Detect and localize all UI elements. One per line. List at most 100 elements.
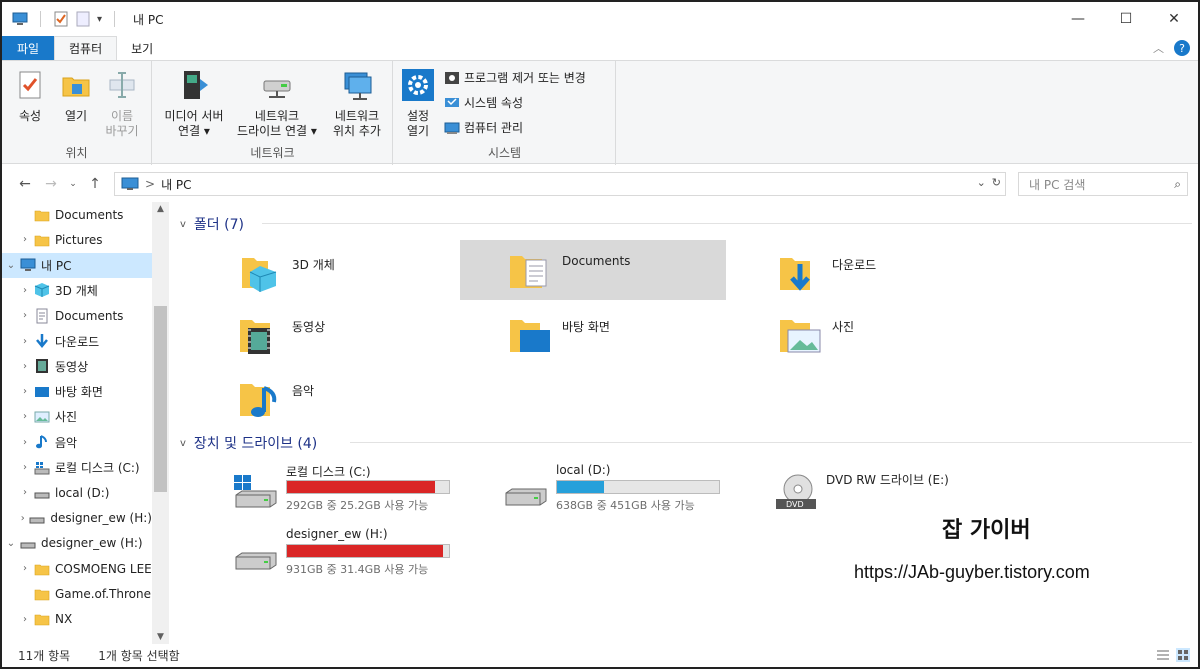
nav-item[interactable]: › 로컬 디스크 (C:): [2, 455, 152, 480]
breadcrumb[interactable]: 내 PC: [161, 176, 191, 193]
nav-item[interactable]: › 바탕 화면: [2, 379, 152, 404]
folder-item[interactable]: 음악: [232, 368, 498, 428]
nav-item[interactable]: › COSMOENG LEE: [2, 556, 152, 581]
back-button[interactable]: ←: [12, 176, 38, 192]
chevron-right-icon[interactable]: ›: [16, 614, 34, 625]
nav-item[interactable]: ⌄ 내 PC: [2, 252, 152, 278]
chevron-right-icon[interactable]: ›: [16, 386, 34, 397]
system-properties-label: 시스템 속성: [464, 96, 524, 110]
nav-item[interactable]: › 3D 개체: [2, 278, 152, 303]
media-server-button[interactable]: 미디어 서버 연결 ▾: [157, 69, 231, 139]
map-drive-button[interactable]: 네트워크 드라이브 연결 ▾: [231, 69, 323, 139]
nav-item[interactable]: › local (D:): [2, 480, 152, 505]
nav-item[interactable]: › 음악: [2, 430, 152, 455]
drive-item[interactable]: designer_ew (H:) 931GB 중 31.4GB 사용 가능: [232, 527, 482, 583]
pictures-icon: [34, 409, 50, 425]
address-bar[interactable]: > 내 PC ⌄ ↻: [114, 172, 1006, 196]
tab-computer[interactable]: 컴퓨터: [54, 36, 118, 60]
computer-icon: [20, 257, 36, 273]
group-label-location: 위치: [65, 146, 88, 160]
chevron-right-icon[interactable]: ›: [16, 361, 34, 372]
close-button[interactable]: ✕: [1150, 2, 1198, 36]
add-network-location-button[interactable]: 네트워크 위치 추가: [325, 69, 389, 139]
chevron-down-icon[interactable]: ⌄: [2, 260, 20, 271]
chevron-right-icon[interactable]: ›: [16, 462, 34, 473]
nav-scrollbar[interactable]: ▲ ▼: [152, 202, 169, 644]
drive-item[interactable]: DVD DVD RW 드라이브 (E:): [772, 463, 1022, 519]
nav-item[interactable]: › designer_ew (H:): [2, 506, 152, 531]
search-icon[interactable]: ⌕: [1174, 177, 1181, 192]
rename-button[interactable]: 이름 바꾸기: [100, 69, 144, 139]
chevron-right-icon[interactable]: ›: [16, 437, 34, 448]
nav-item[interactable]: › Documents: [2, 303, 152, 328]
chevron-right-icon[interactable]: ›: [16, 563, 34, 574]
nav-item[interactable]: › 사진: [2, 404, 152, 429]
collapse-ribbon-icon[interactable]: ︿: [1153, 40, 1164, 56]
drives-section-header[interactable]: v 장치 및 드라이브 (4): [180, 433, 317, 453]
scroll-thumb[interactable]: [154, 306, 167, 492]
nav-item[interactable]: Game.of.Throne: [2, 582, 152, 607]
chevron-right-icon[interactable]: ›: [16, 285, 34, 296]
scroll-down-icon[interactable]: ▼: [152, 632, 169, 642]
new-folder-icon[interactable]: [75, 11, 91, 27]
nav-item[interactable]: › 다운로드: [2, 329, 152, 354]
open-button[interactable]: 열기: [56, 69, 96, 124]
scroll-up-icon[interactable]: ▲: [152, 204, 169, 214]
system-properties-button[interactable]: 시스템 속성: [444, 94, 523, 111]
refresh-icon[interactable]: ↻: [992, 176, 1001, 189]
chevron-right-icon[interactable]: ›: [16, 310, 34, 321]
nav-item[interactable]: ⌄ designer_ew (H:): [2, 531, 152, 556]
open-label: 열기: [64, 109, 88, 123]
windows-drive-icon: [232, 473, 280, 513]
folder-item[interactable]: Documents: [460, 240, 726, 300]
drive-item[interactable]: 로컬 디스크 (C:) 292GB 중 25.2GB 사용 가능: [232, 463, 482, 519]
desktop-icon: [34, 384, 50, 400]
folder-item[interactable]: 동영상: [232, 304, 498, 364]
chevron-right-icon[interactable]: ›: [16, 411, 34, 422]
open-settings-button[interactable]: 설정 열기: [400, 69, 436, 139]
ribbon-group-system: 설정 열기 프로그램 제거 또는 변경 시스템 속성 컴퓨터 관리 시스템: [394, 61, 616, 165]
forward-button[interactable]: →: [38, 176, 64, 192]
chevron-right-icon[interactable]: ›: [16, 487, 34, 498]
desktop-folder-icon: [506, 310, 554, 358]
chevron-right-icon[interactable]: ›: [16, 513, 29, 524]
recent-locations-button[interactable]: ⌄: [64, 179, 82, 189]
tab-file[interactable]: 파일: [2, 36, 54, 60]
chevron-right-icon[interactable]: ›: [16, 234, 34, 245]
rename-label-1: 이름: [110, 109, 134, 123]
search-input[interactable]: 내 PC 검색 ⌕: [1018, 172, 1188, 196]
folder-item[interactable]: 바탕 화면: [502, 304, 768, 364]
folder-item[interactable]: 사진: [772, 304, 1038, 364]
group-label-system: 시스템: [487, 146, 522, 160]
folder-item[interactable]: 3D 개체: [232, 242, 498, 302]
properties-icon[interactable]: [53, 11, 69, 27]
section-divider: [350, 442, 1192, 443]
computer-management-button[interactable]: 컴퓨터 관리: [444, 119, 523, 136]
customize-qat-icon[interactable]: ▾: [97, 14, 102, 25]
address-row: ← → ⌄ ↑ > 내 PC ⌄ ↻ 내 PC 검색 ⌕: [2, 170, 1198, 198]
nav-item[interactable]: › Pictures: [2, 227, 152, 252]
minimize-button[interactable]: —: [1054, 2, 1102, 36]
large-icons-view-icon[interactable]: [1176, 648, 1190, 662]
up-button[interactable]: ↑: [82, 176, 108, 192]
section-divider: [262, 223, 1192, 224]
nav-item[interactable]: Documents: [2, 202, 152, 227]
documents-folder-icon: [506, 246, 554, 294]
nav-item-label: designer_ew (H:): [50, 511, 152, 526]
folders-section-header[interactable]: v 폴더 (7): [180, 214, 244, 234]
tab-view[interactable]: 보기: [117, 36, 167, 60]
collapse-chevron-icon[interactable]: v: [180, 438, 186, 449]
chevron-down-icon[interactable]: ⌄: [2, 538, 20, 549]
address-dropdown-icon[interactable]: ⌄: [977, 176, 986, 189]
collapse-chevron-icon[interactable]: v: [180, 219, 186, 230]
drive-item[interactable]: local (D:) 638GB 중 451GB 사용 가능: [502, 463, 752, 519]
maximize-button[interactable]: ☐: [1102, 2, 1150, 36]
nav-item[interactable]: › NX: [2, 607, 152, 632]
uninstall-program-button[interactable]: 프로그램 제거 또는 변경: [444, 69, 586, 86]
nav-item[interactable]: › 동영상: [2, 354, 152, 379]
help-icon[interactable]: ?: [1174, 40, 1190, 56]
folder-item[interactable]: 다운로드: [772, 242, 1038, 302]
properties-button[interactable]: 속성: [10, 69, 50, 124]
chevron-right-icon[interactable]: ›: [16, 336, 34, 347]
details-view-icon[interactable]: [1156, 648, 1170, 662]
